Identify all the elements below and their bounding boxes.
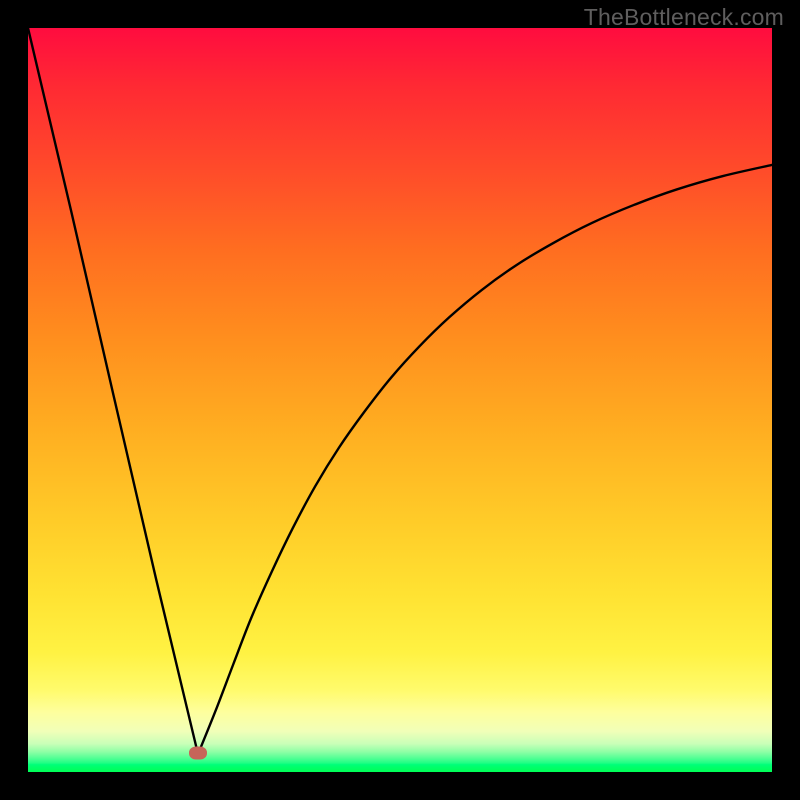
plot-area <box>28 28 772 772</box>
chart-frame: TheBottleneck.com <box>0 0 800 800</box>
watermark-text: TheBottleneck.com <box>584 4 784 31</box>
curve-path <box>28 28 772 754</box>
bottleneck-curve <box>28 28 772 772</box>
min-point-marker <box>189 747 207 760</box>
